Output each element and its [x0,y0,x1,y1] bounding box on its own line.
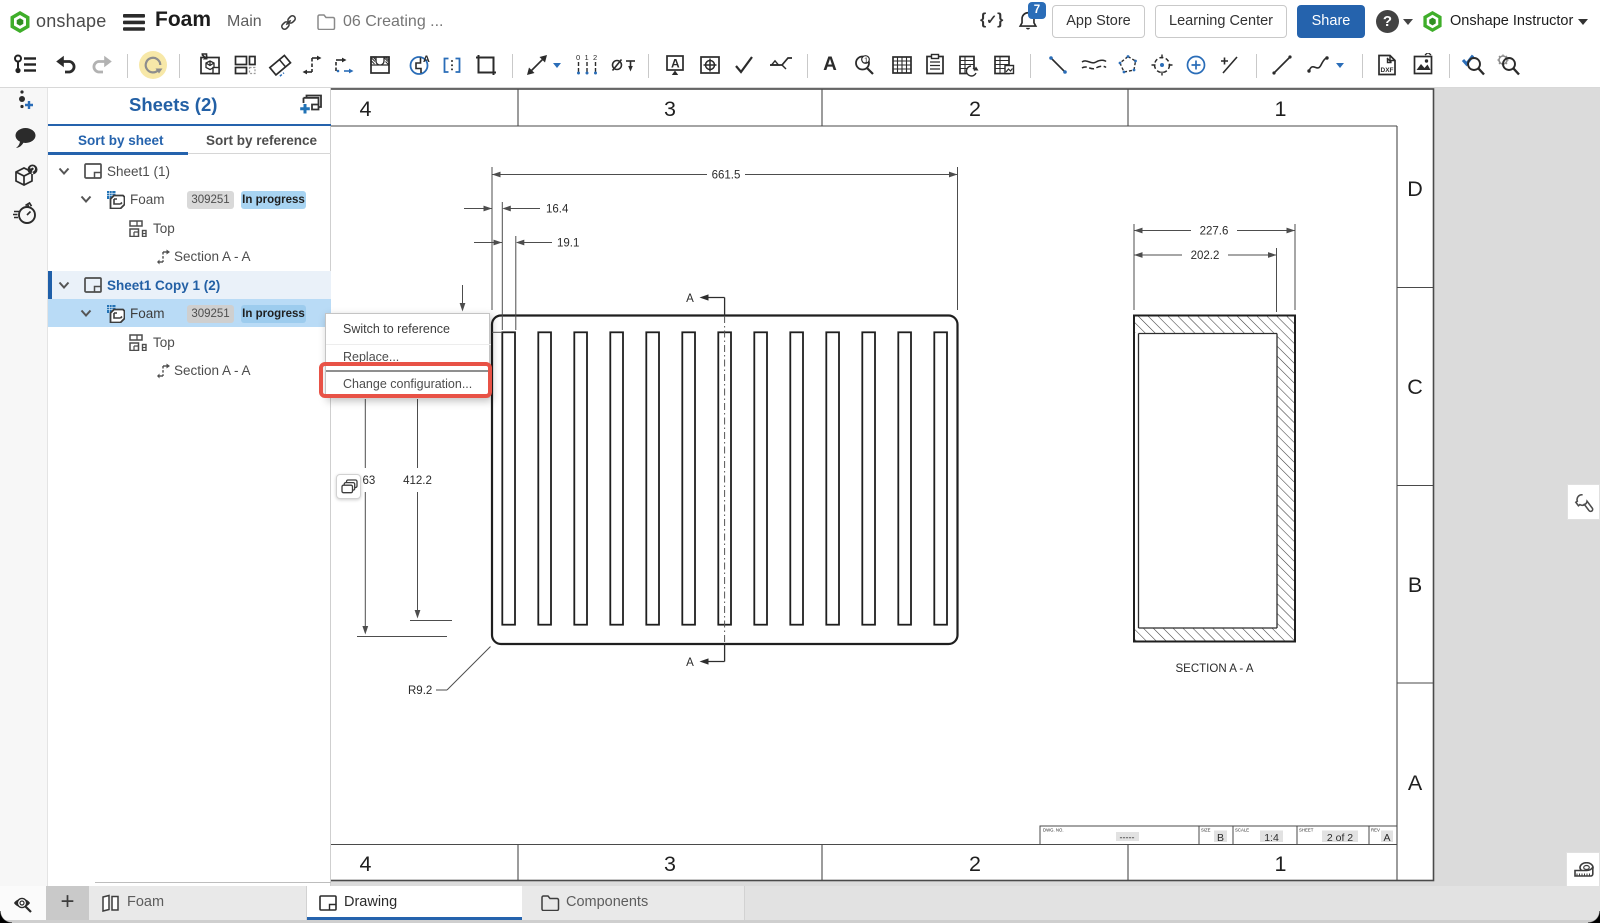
svg-text:3: 3 [664,97,676,121]
svg-text:2: 2 [969,97,981,121]
svg-text:1: 1 [1275,852,1287,876]
svg-text:R9.2: R9.2 [408,685,432,697]
svg-text:661.5: 661.5 [712,170,741,182]
svg-text:B: B [1408,573,1422,597]
svg-text:DWG. NO.: DWG. NO. [1043,828,1064,833]
svg-text:412.2: 412.2 [403,475,432,487]
svg-text:B: B [1217,832,1224,844]
svg-text:227.6: 227.6 [1200,226,1229,238]
svg-text:4: 4 [360,852,372,876]
svg-text:SECTION A - A: SECTION A - A [1176,663,1254,675]
svg-text:1: 1 [1275,97,1287,121]
svg-text:A: A [1408,771,1423,795]
svg-text:2: 2 [593,53,597,62]
svg-text:3: 3 [664,852,676,876]
svg-text:A: A [686,293,694,305]
svg-text:A: A [671,57,680,71]
svg-text:A: A [1383,832,1390,844]
svg-text:19.1: 19.1 [557,238,579,250]
svg-text:D: D [1407,177,1423,201]
svg-text:63: 63 [363,475,376,487]
svg-text:REV: REV [1371,828,1380,833]
svg-text:A: A [686,657,694,669]
svg-text:202.2: 202.2 [1191,250,1220,262]
svg-text:2: 2 [969,852,981,876]
svg-text:2 of 2: 2 of 2 [1327,832,1353,844]
svg-text:SHEET: SHEET [1299,828,1314,833]
svg-text:SCALE: SCALE [1235,828,1249,833]
svg-text:0: 0 [576,53,580,62]
svg-text:1: 1 [864,56,868,65]
svg-text:C: C [1407,375,1423,399]
svg-text:A: A [423,54,430,65]
svg-text:1:4: 1:4 [1264,832,1279,844]
svg-text:1: 1 [585,53,589,62]
svg-text:-----: ----- [1120,833,1135,843]
svg-text:4: 4 [360,97,372,121]
svg-text:DXF: DXF [1381,67,1394,74]
svg-text:SIZE: SIZE [1201,828,1211,833]
svg-text:16.4: 16.4 [546,204,569,216]
